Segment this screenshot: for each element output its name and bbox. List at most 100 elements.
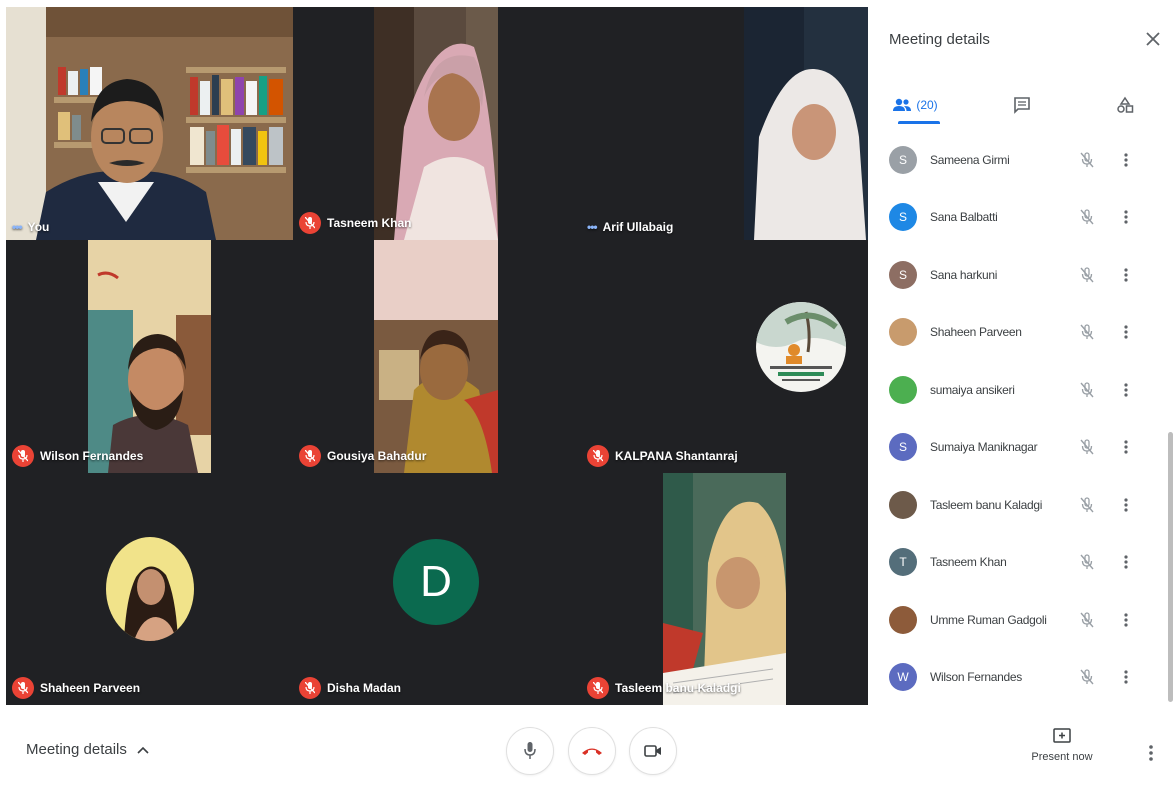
more-vert-icon[interactable] (1118, 263, 1134, 287)
chat-icon (1014, 97, 1030, 114)
more-vert-icon[interactable] (1118, 148, 1134, 172)
participant-name: Sana harkuni (930, 267, 998, 282)
microphone-icon (524, 742, 536, 759)
microphone-button[interactable] (506, 727, 554, 775)
people-list-scrollbar[interactable] (1168, 432, 1173, 702)
meet-window: ••• You Tasneem Khan ••• Arif Ullabaig W… (0, 0, 1175, 792)
participant-name: Tasleem banu Kaladgi (930, 497, 1043, 512)
video-tile-tasneem-khan[interactable]: Tasneem Khan (293, 7, 581, 240)
video-tile-tasleem-banu-kaladgi[interactable]: Tasleem banu Kaladgi (581, 473, 868, 705)
more-options-button[interactable] (1139, 738, 1163, 768)
tile-name-tag: Gousiya Bahadur (299, 445, 426, 467)
mic-muted-icon (299, 677, 321, 699)
avatar (889, 318, 917, 347)
avatar-letter: T (899, 555, 907, 570)
more-vert-icon[interactable] (1118, 665, 1134, 689)
camera-button[interactable] (629, 727, 677, 775)
present-now-label: Present now (1031, 751, 1093, 763)
avatar-letter: W (897, 670, 909, 685)
tile-name-tag: Wilson Fernandes (12, 445, 143, 467)
chevron-up-icon (137, 746, 149, 754)
tile-name-tag: Tasleem banu Kaladgi (587, 677, 741, 699)
present-screen-icon (1053, 728, 1071, 743)
participant-profile-picture (756, 302, 846, 392)
leave-call-button[interactable] (568, 727, 616, 775)
list-item[interactable]: sumaiya ansikeri (870, 361, 1170, 419)
more-vert-icon[interactable] (1118, 205, 1134, 229)
participant-video (6, 7, 293, 240)
more-vert-icon[interactable] (1118, 320, 1134, 344)
tile-name-tag: ••• Arif Ullabaig (587, 220, 673, 234)
video-tile-wilson-fernandes[interactable]: Wilson Fernandes (6, 240, 293, 473)
video-tile-shaheen-parveen[interactable]: Shaheen Parveen (6, 473, 293, 705)
list-item[interactable]: Tasleem banu Kaladgi (870, 476, 1170, 534)
more-vert-icon[interactable] (1118, 378, 1134, 402)
video-tile-you[interactable]: ••• You (6, 7, 293, 240)
list-item[interactable]: Umme Ruman Gadgoli (870, 591, 1170, 649)
more-vert-icon[interactable] (1118, 550, 1134, 574)
participant-name: Tasneem Khan (930, 555, 1007, 570)
more-vert-icon[interactable] (1118, 608, 1134, 632)
mic-muted-icon (299, 212, 321, 234)
tile-participant-name: Wilson Fernandes (40, 449, 144, 463)
avatar (889, 605, 917, 634)
participant-profile-picture (106, 537, 194, 641)
meeting-details-label: Meeting details (26, 741, 127, 758)
list-item[interactable]: W Wilson Fernandes (870, 649, 1170, 707)
participant-name: Shaheen Parveen (930, 325, 1022, 340)
participant-video (744, 7, 868, 240)
present-now-button[interactable]: Present now (1020, 727, 1104, 777)
participant-name: Umme Ruman Gadgoli (930, 612, 1047, 627)
mic-muted-icon (12, 445, 34, 467)
tab-activities[interactable] (1109, 85, 1141, 125)
avatar (889, 375, 917, 404)
participant-video (88, 240, 211, 473)
tile-name-tag: Shaheen Parveen (12, 677, 140, 699)
people-count: (20) (916, 98, 938, 112)
participant-name: sumaiya ansikeri (930, 382, 1015, 397)
mic-muted-icon (12, 677, 34, 699)
more-vert-icon[interactable] (1118, 493, 1134, 517)
participant-video (374, 7, 498, 240)
avatar-letter: S (898, 152, 907, 167)
mic-muted-icon (1075, 493, 1099, 517)
hang-up-icon (582, 748, 602, 755)
video-tile-disha-madan[interactable]: D Disha Madan (293, 473, 581, 705)
tile-name-tag: Tasneem Khan (299, 212, 411, 234)
meeting-details-toggle[interactable]: Meeting details (26, 741, 149, 758)
avatar: S (889, 260, 917, 289)
avatar-letter: S (898, 267, 907, 282)
tile-name-tag: Disha Madan (299, 677, 401, 699)
list-item[interactable]: S Sana harkuni (870, 246, 1170, 304)
more-vert-icon[interactable] (1118, 435, 1134, 459)
tab-people[interactable]: (20) (886, 85, 944, 125)
video-tile-kalpana-shantanraj[interactable]: KALPANA Shantanraj (581, 240, 868, 473)
video-tile-gousiya-bahadur[interactable]: Gousiya Bahadur (293, 240, 581, 473)
list-item[interactable]: T Tasneem Khan (870, 534, 1170, 592)
tile-participant-name: KALPANA Shantanraj (615, 449, 738, 463)
tile-participant-name: Arif Ullabaig (602, 220, 674, 234)
mic-muted-icon (1075, 550, 1099, 574)
video-tile-arif-ullabaig[interactable]: ••• Arif Ullabaig (581, 7, 868, 240)
speaking-indicator-icon: ••• (587, 220, 598, 234)
mic-muted-icon (1075, 263, 1099, 287)
close-panel-button[interactable] (1141, 27, 1165, 51)
mic-muted-icon (1075, 378, 1099, 402)
list-item[interactable]: S Sameena Girmi (870, 131, 1170, 189)
close-icon (1146, 32, 1160, 46)
tab-chat[interactable] (1006, 85, 1038, 125)
list-item[interactable]: S Sana Balbatti (870, 189, 1170, 247)
list-item[interactable]: Shaheen Parveen (870, 304, 1170, 362)
mic-muted-icon (1075, 205, 1099, 229)
list-item[interactable]: S Sumaiya Maniknagar (870, 419, 1170, 477)
participant-name: Sana Balbatti (930, 210, 998, 225)
mic-muted-icon (1075, 665, 1099, 689)
mic-muted-icon (1075, 148, 1099, 172)
meeting-details-panel: Meeting details (20) S Sameena Girmi S S… (870, 7, 1175, 705)
tile-participant-name: Tasneem Khan (327, 216, 412, 230)
speaking-indicator-icon: ••• (12, 220, 23, 234)
avatar (889, 490, 917, 519)
mic-muted-icon (587, 677, 609, 699)
avatar: S (889, 203, 917, 232)
people-icon (893, 98, 912, 111)
